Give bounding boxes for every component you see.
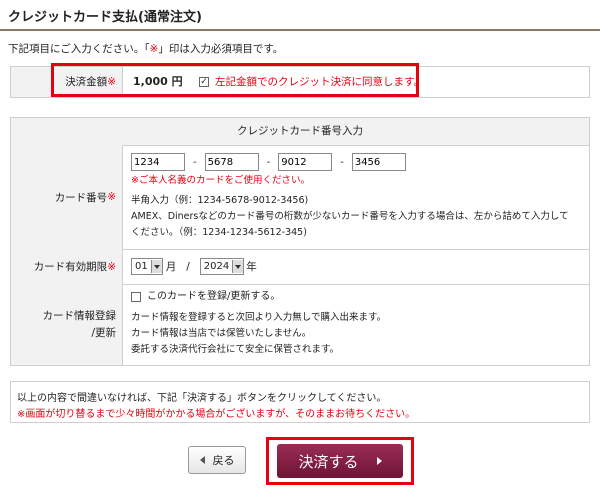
expiry-month-value: 01 [135,261,148,272]
year-unit: 年 [246,261,257,273]
card-number-part-4[interactable] [351,153,406,171]
register-note-2: カード情報は当店では保管いたしません。 [131,328,312,339]
chevron-down-icon [232,260,244,273]
page-title: クレジットカード支払(通常注文) [8,10,202,25]
separator: - [340,156,344,168]
card-number-hint-2: AMEX、Dinersなどのカード番号の桁数が少ないカード番号を入力する場合は、… [131,211,569,222]
register-checkbox-row[interactable]: このカードを登録/更新する。 [131,290,280,304]
register-label-line-1: カード情報登録 [42,309,117,322]
amount-highlight-frame [51,63,419,97]
register-checkbox[interactable] [131,292,141,302]
card-number-hint-3: ください。（例：1234-1234-5612-345) [131,227,307,238]
back-button-label: 戻る [212,454,235,467]
chevron-left-icon [199,456,205,464]
card-number-hint-1: 半角入力（例：1234-5678-9012-3456) [131,195,309,206]
required-mark: ※ [107,260,116,273]
card-owner-warning: ※ご本人名義のカードをご使用ください。 [131,175,310,186]
expiry-slash: / [186,260,190,273]
month-unit: 月 [165,261,177,273]
register-label: カード情報登録 /更新 [11,284,123,365]
separator: - [266,156,271,168]
expiry-year-value: 2024 [203,261,230,272]
title-divider [0,29,600,31]
separator: - [193,156,197,168]
card-number-label: カード番号 ※ [11,145,123,249]
card-number-label-text: カード番号 [54,191,108,204]
wait-notice: ※画面が切り替るまで少々時間がかかる場合がございますが、そのままお待ちください。 [17,409,416,420]
back-button[interactable]: 戻る [188,446,246,474]
pay-highlight-frame [266,437,414,485]
confirm-instruction: 以上の内容で間違いなければ、下記「決済する」ボタンをクリックしてください。 [17,393,387,404]
register-checkbox-label: このカードを登録/更新する。 [147,291,281,302]
card-number-row: カード番号※ - - - ※ご本人名義のカードをご使用ください。 半角入力（例：… [11,145,589,250]
expiry-month-select[interactable]: 01 [131,258,163,275]
card-input-table: クレジットカード番号入力 カード番号※ - - - ※ご本人名義のカードをご使用… [10,117,590,366]
card-number-part-1[interactable] [131,153,185,171]
intro-text: 下記項目にご入力ください。「※」印は入力必須項目です。 [8,41,283,56]
required-mark: ※ [107,191,116,203]
intro-prefix: 下記項目にご入力ください。「 [8,43,150,55]
intro-suffix: 」印は入力必須項目です。 [158,43,284,55]
register-label-line-2: /更新 [91,326,116,339]
card-number-part-2[interactable] [204,153,259,171]
register-note-1: カード情報を登録すると次回より入力無しで購入出来ます。 [131,312,387,323]
card-number-part-3[interactable] [278,153,333,171]
card-number-fields: - - - [131,153,406,171]
register-row: カード情報登録 /更新 このカードを登録/更新する。 カード情報を登録すると次回… [11,284,589,365]
register-note-3: 委託する決済代行会社にて安全に保管されます。 [131,344,340,355]
chevron-down-icon [150,260,162,273]
expiry-row: カード有効期限 ※ 01 月 / 2024 年 [11,249,589,285]
expiry-label: カード有効期限 ※ [11,249,123,284]
expiry-year-select[interactable]: 2024 [199,258,245,275]
confirm-message-box: 以上の内容で間違いなければ、下記「決済する」ボタンをクリックしてください。 ※画… [10,381,590,423]
card-section-header: クレジットカード番号入力 [11,118,589,146]
expiry-label-text: カード有効期限 [33,261,108,273]
